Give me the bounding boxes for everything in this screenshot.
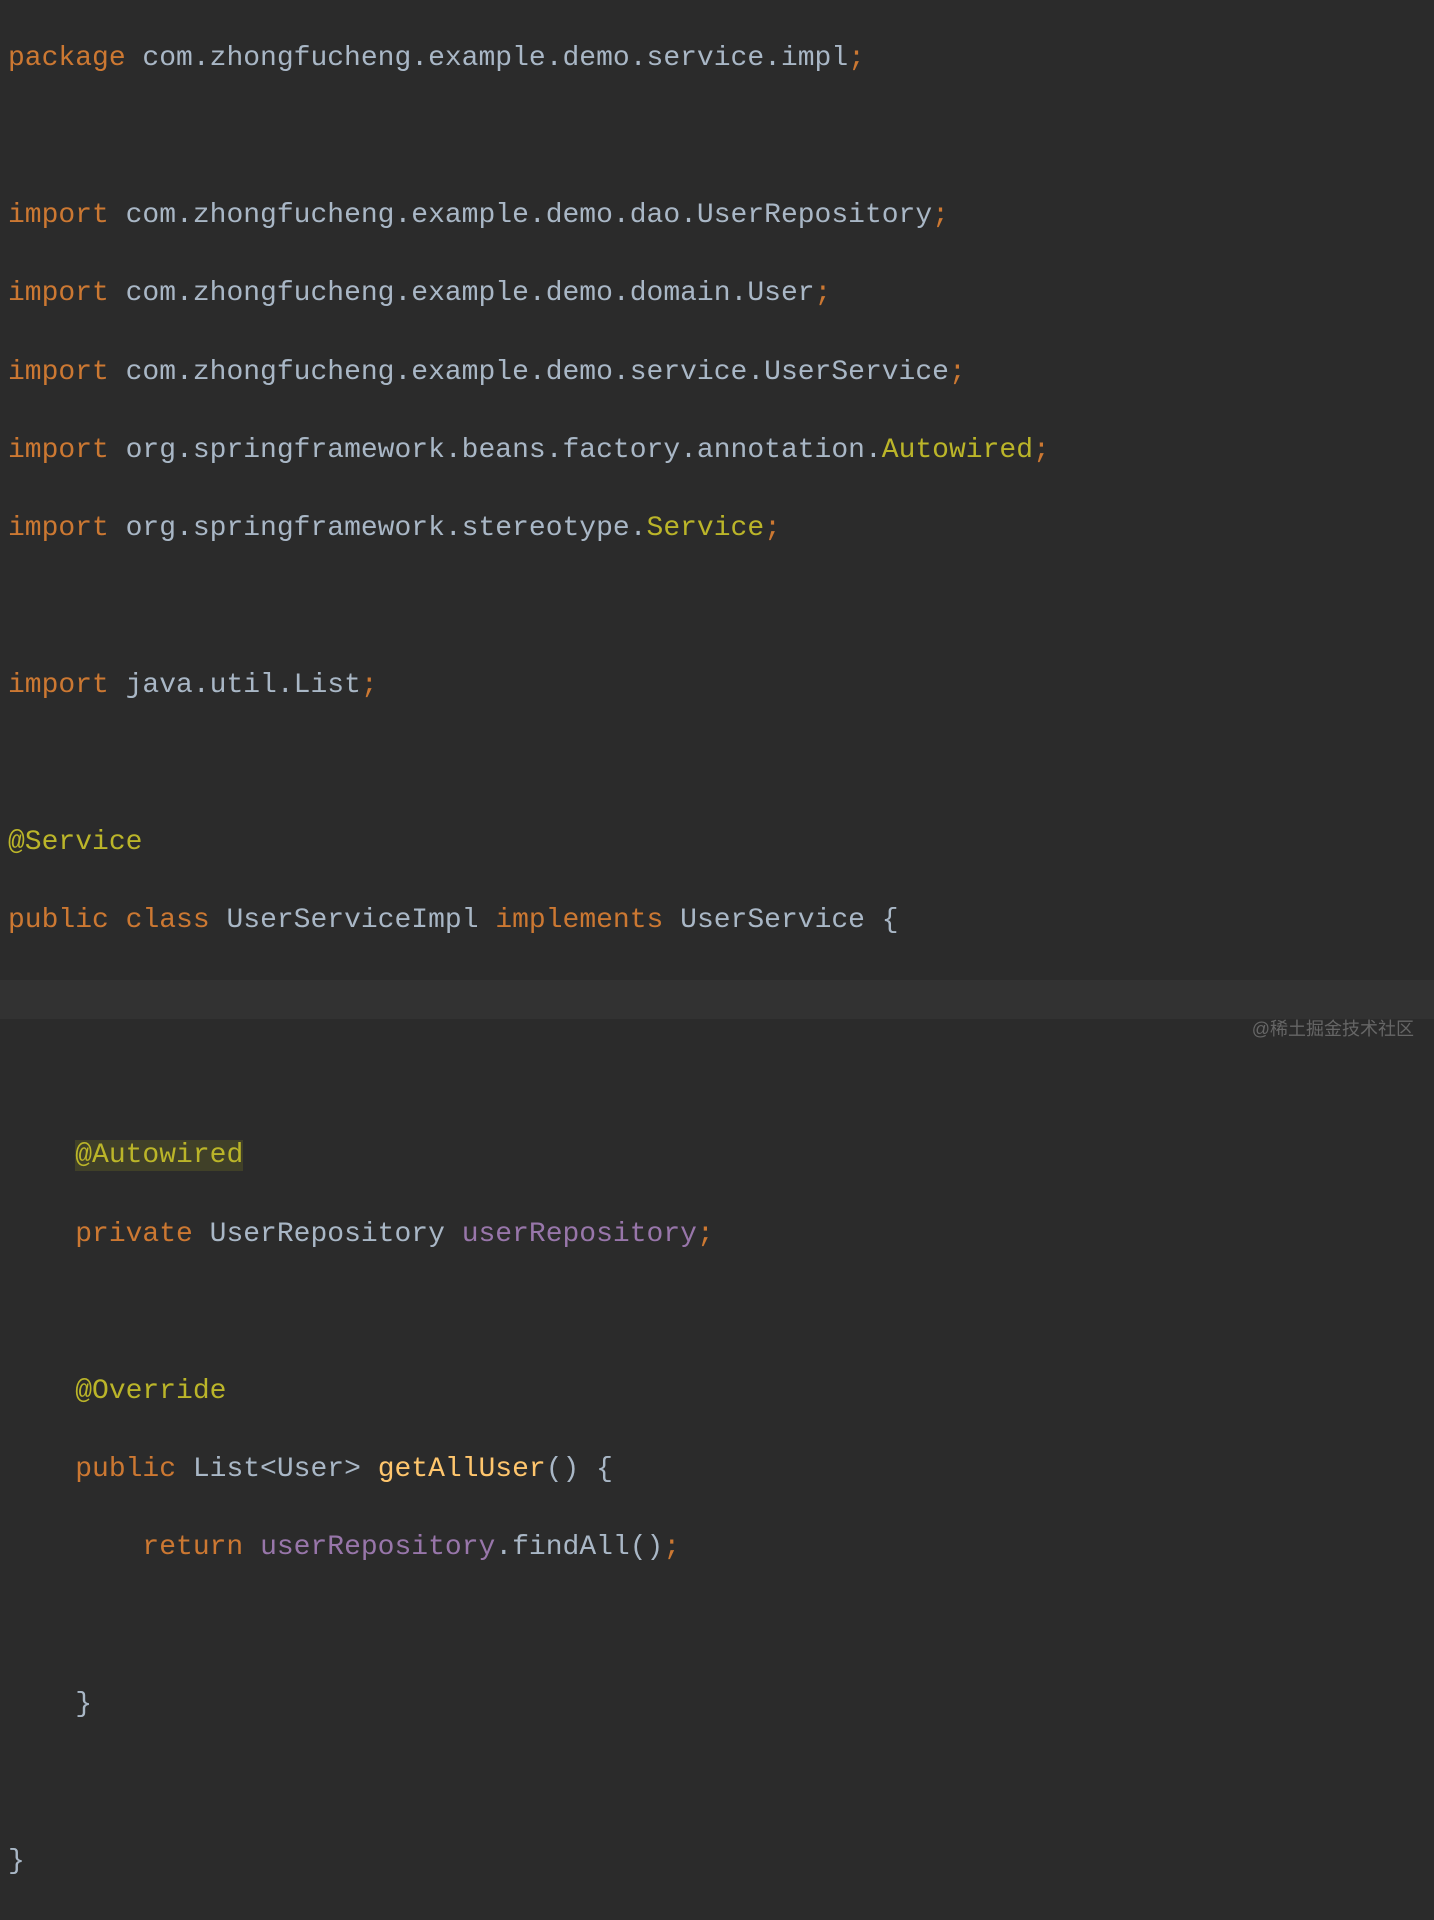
code-line: import com.zhongfucheng.example.demo.dom… [8, 274, 1426, 313]
code-line: private UserRepository userRepository; [8, 1215, 1426, 1254]
code-line: @Autowired [8, 1136, 1426, 1175]
code-line: } [8, 1842, 1426, 1881]
annotation-service: @Service [8, 827, 142, 858]
semicolon: ; [764, 513, 781, 544]
keyword-package: package [8, 43, 126, 74]
field-ref: userRepository [260, 1532, 495, 1563]
code-line: import org.springframework.stereotype.Se… [8, 509, 1426, 548]
import-path: com.zhongfucheng.example.demo.domain.Use… [109, 278, 815, 309]
keyword-import: import [8, 357, 109, 388]
code-line: public List<User> getAllUser() { [8, 1450, 1426, 1489]
indent [8, 1454, 75, 1485]
keyword-import: import [8, 670, 109, 701]
keyword-class: class [126, 905, 210, 936]
code-line: import com.zhongfucheng.example.demo.ser… [8, 353, 1426, 392]
keyword-public: public [75, 1454, 176, 1485]
code-line-empty [8, 1763, 1426, 1802]
import-class: Service [647, 513, 765, 544]
keyword-import: import [8, 435, 109, 466]
return-type: List<User> [176, 1454, 378, 1485]
annotation-autowired: @Autowired [75, 1140, 243, 1171]
interface-name: UserService [663, 905, 881, 936]
semicolon: ; [848, 43, 865, 74]
keyword-import: import [8, 200, 109, 231]
code-line: import com.zhongfucheng.example.demo.dao… [8, 196, 1426, 235]
code-line: import org.springframework.beans.factory… [8, 431, 1426, 470]
annotation-override: @Override [75, 1376, 226, 1407]
import-class: Autowired [882, 435, 1033, 466]
semicolon: ; [663, 1532, 680, 1563]
method-call: .findAll() [495, 1532, 663, 1563]
close-brace: } [8, 1846, 25, 1877]
open-brace: { [882, 905, 899, 936]
code-line-empty [8, 1607, 1426, 1646]
keyword-public: public [8, 905, 109, 936]
code-line: package com.zhongfucheng.example.demo.se… [8, 39, 1426, 78]
code-line: @Override [8, 1372, 1426, 1411]
indent [8, 1689, 75, 1720]
watermark-text: @稀土掘金技术社区 [1252, 1017, 1414, 1042]
code-line: @Service [8, 823, 1426, 862]
keyword-private: private [75, 1219, 193, 1250]
code-line-cursor [0, 980, 1434, 1019]
code-line: import java.util.List; [8, 666, 1426, 705]
keyword-return: return [142, 1532, 243, 1563]
method-parens: () [546, 1454, 596, 1485]
code-line-empty [8, 588, 1426, 627]
indent [8, 1532, 142, 1563]
semicolon: ; [932, 200, 949, 231]
semicolon: ; [697, 1219, 714, 1250]
import-path: com.zhongfucheng.example.demo.service.Us… [109, 357, 949, 388]
code-line-empty [8, 745, 1426, 784]
code-editor[interactable]: package com.zhongfucheng.example.demo.se… [0, 0, 1434, 1920]
semicolon: ; [1033, 435, 1050, 466]
import-path: java.util.List [109, 670, 361, 701]
package-path: com.zhongfucheng.example.demo.service.im… [126, 43, 849, 74]
indent [8, 1219, 75, 1250]
field-name: userRepository [462, 1219, 697, 1250]
field-type: UserRepository [193, 1219, 462, 1250]
import-path: org.springframework.beans.factory.annota… [109, 435, 882, 466]
code-line-empty [8, 118, 1426, 157]
close-brace: } [75, 1689, 92, 1720]
semicolon: ; [815, 278, 832, 309]
indent [8, 1376, 75, 1407]
indent [8, 1140, 75, 1171]
code-line: public class UserServiceImpl implements … [8, 901, 1426, 940]
import-path: com.zhongfucheng.example.demo.dao.UserRe… [109, 200, 932, 231]
code-line: return userRepository.findAll(); [8, 1528, 1426, 1567]
keyword-implements: implements [495, 905, 663, 936]
keyword-import: import [8, 513, 109, 544]
keyword-import: import [8, 278, 109, 309]
open-brace: { [596, 1454, 613, 1485]
code-line-empty [8, 1058, 1426, 1097]
semicolon: ; [361, 670, 378, 701]
semicolon: ; [949, 357, 966, 388]
import-path: org.springframework.stereotype. [109, 513, 647, 544]
method-name: getAllUser [378, 1454, 546, 1485]
code-line-empty [8, 1293, 1426, 1332]
class-name: UserServiceImpl [210, 905, 496, 936]
code-line: } [8, 1685, 1426, 1724]
